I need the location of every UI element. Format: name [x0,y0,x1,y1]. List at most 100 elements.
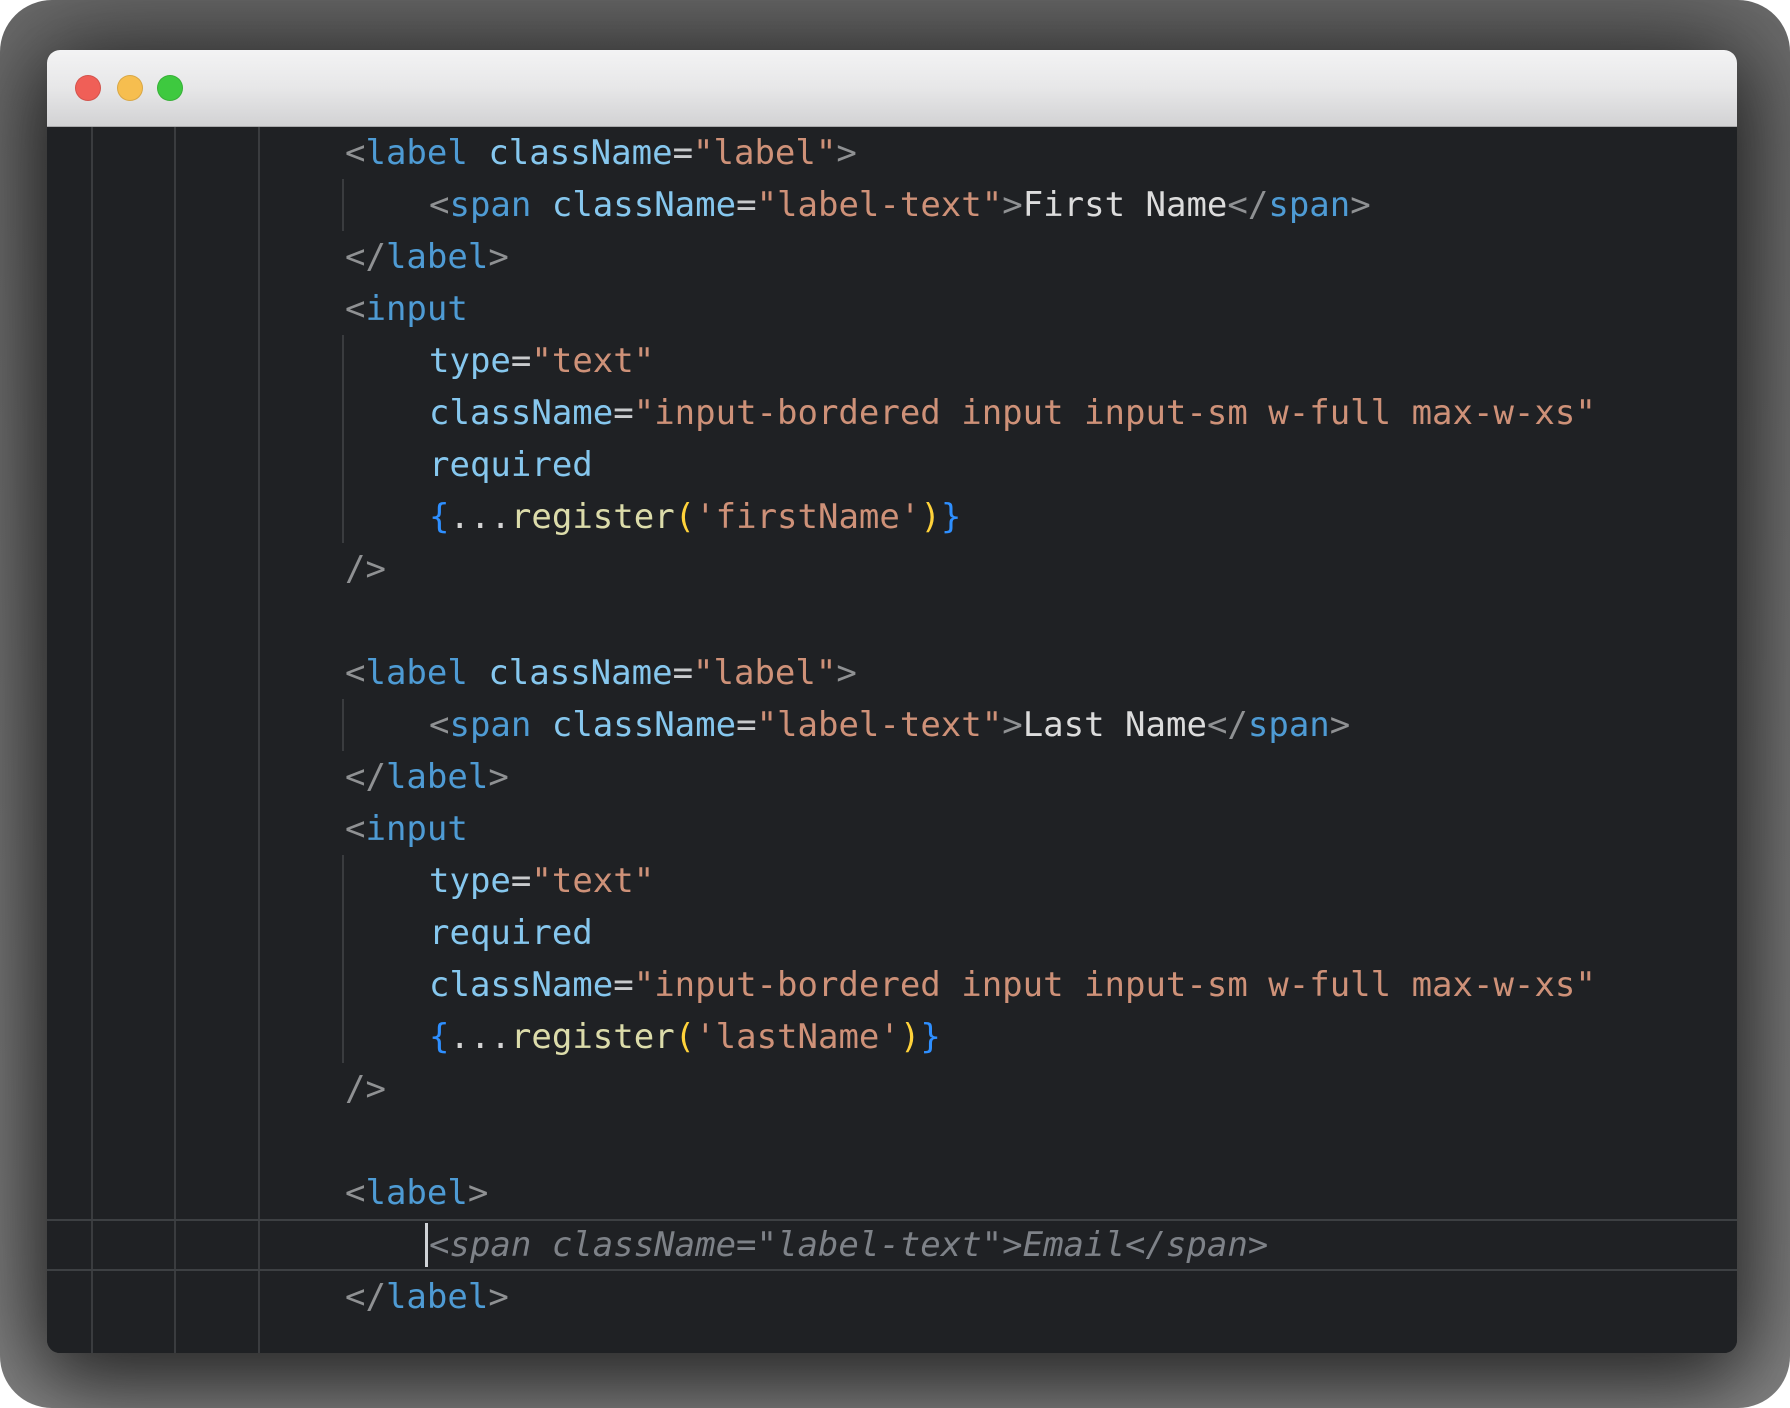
code-token: = [736,185,756,225]
code-token: < [345,133,365,173]
code-line[interactable]: /> [47,1063,1737,1115]
code-token: label [365,1173,467,1213]
code-token: "label-text" [757,705,1003,745]
code-token: span [449,705,531,745]
code-line[interactable]: </label> [47,751,1737,803]
code-token: type [429,861,511,901]
code-line[interactable] [47,595,1737,647]
code-token: = [511,861,531,901]
code-token: "label" [693,133,836,173]
code-token: ... [449,497,510,537]
code-line[interactable]: </label> [47,231,1737,283]
code-token: input [365,289,467,329]
code-token: type [429,341,511,381]
code-token: "input-bordered input input-sm w-full ma… [634,393,1596,433]
code-line[interactable]: <span className="label-text">First Name<… [47,179,1737,231]
code-token: ... [449,1017,510,1057]
code-token: /> [345,1069,386,1109]
code-token: < [345,653,365,693]
code-line[interactable] [47,1115,1737,1167]
code-token: span [1248,705,1330,745]
code-token: = [736,705,756,745]
code-token [468,653,488,693]
code-token: = [673,133,693,173]
code-token: = [613,965,633,1005]
code-token: < [429,185,449,225]
code-token: ( [675,1017,695,1057]
code-token: ( [675,497,695,537]
code-line[interactable]: type="text" [47,855,1737,907]
code-line[interactable]: /> [47,543,1737,595]
code-token: } [941,497,961,537]
code-token: > [836,653,856,693]
code-token: > [1002,185,1022,225]
code-token: = [613,393,633,433]
code-token: ) [920,497,940,537]
code-line[interactable]: </label> [47,1271,1737,1323]
code-token: 'lastName' [695,1017,900,1057]
code-line[interactable]: className="input-bordered input input-sm… [47,387,1737,439]
code-token: required [429,913,593,953]
code-line[interactable]: <span className="label-text">Last Name</… [47,699,1737,751]
code-token: "text" [531,861,654,901]
code-line[interactable]: <label className="label"> [47,127,1737,179]
code-line[interactable]: <label> [47,1167,1737,1219]
code-token: </ [1207,705,1248,745]
code-token: < [345,1173,365,1213]
code-token: className [488,653,672,693]
code-line[interactable]: className="input-bordered input input-sm… [47,959,1737,1011]
code-token: label [386,1277,488,1317]
traffic-light-close-button[interactable] [75,75,101,101]
code-token: > [488,237,508,277]
code-token: register [511,497,675,537]
code-line[interactable]: type="text" [47,335,1737,387]
code-editor[interactable]: <label className="label"><span className… [47,127,1737,1353]
code-token: < [345,809,365,849]
code-line[interactable]: required [47,907,1737,959]
code-token: label [365,653,467,693]
code-line[interactable]: {...register('firstName')} [47,491,1737,543]
code-token: > [1350,185,1370,225]
code-line[interactable]: {...register('lastName')} [47,1011,1737,1063]
code-token: First Name [1023,185,1228,225]
code-line[interactable]: required [47,439,1737,491]
code-token: > [1002,705,1022,745]
code-token: <span className="label-text">Email</span… [429,1225,1268,1265]
window-titlebar[interactable] [47,50,1737,127]
code-token: "label" [693,653,836,693]
code-token: className [429,965,613,1005]
code-token [531,705,551,745]
code-token: </ [345,1277,386,1317]
desktop-background: <label className="label"><span className… [0,0,1790,1408]
traffic-light-zoom-button[interactable] [157,75,183,101]
code-line[interactable]: <label className="label"> [47,647,1737,699]
code-token: { [429,1017,449,1057]
code-line[interactable]: <span className="label-text">Email</span… [47,1219,1737,1271]
app-window: <label className="label"><span className… [47,50,1737,1353]
code-token [531,185,551,225]
code-token: > [488,1277,508,1317]
code-token: < [345,289,365,329]
code-token: 'firstName' [695,497,920,537]
code-token: Last Name [1023,705,1207,745]
code-token: "text" [531,341,654,381]
code-token: register [511,1017,675,1057]
traffic-light-minimize-button[interactable] [117,75,143,101]
code-token: input [365,809,467,849]
code-token: < [429,705,449,745]
code-token: label [386,757,488,797]
code-token: span [1268,185,1350,225]
code-token: className [552,185,736,225]
code-content[interactable]: <label className="label"><span className… [47,127,1737,1323]
code-token: span [449,185,531,225]
code-token: </ [345,757,386,797]
code-token: </ [1227,185,1268,225]
code-token: className [429,393,613,433]
code-token: = [673,653,693,693]
code-token: ) [900,1017,920,1057]
code-line[interactable]: <input [47,803,1737,855]
code-token: = [511,341,531,381]
code-token [468,133,488,173]
code-line[interactable]: <input [47,283,1737,335]
code-token: </ [345,237,386,277]
